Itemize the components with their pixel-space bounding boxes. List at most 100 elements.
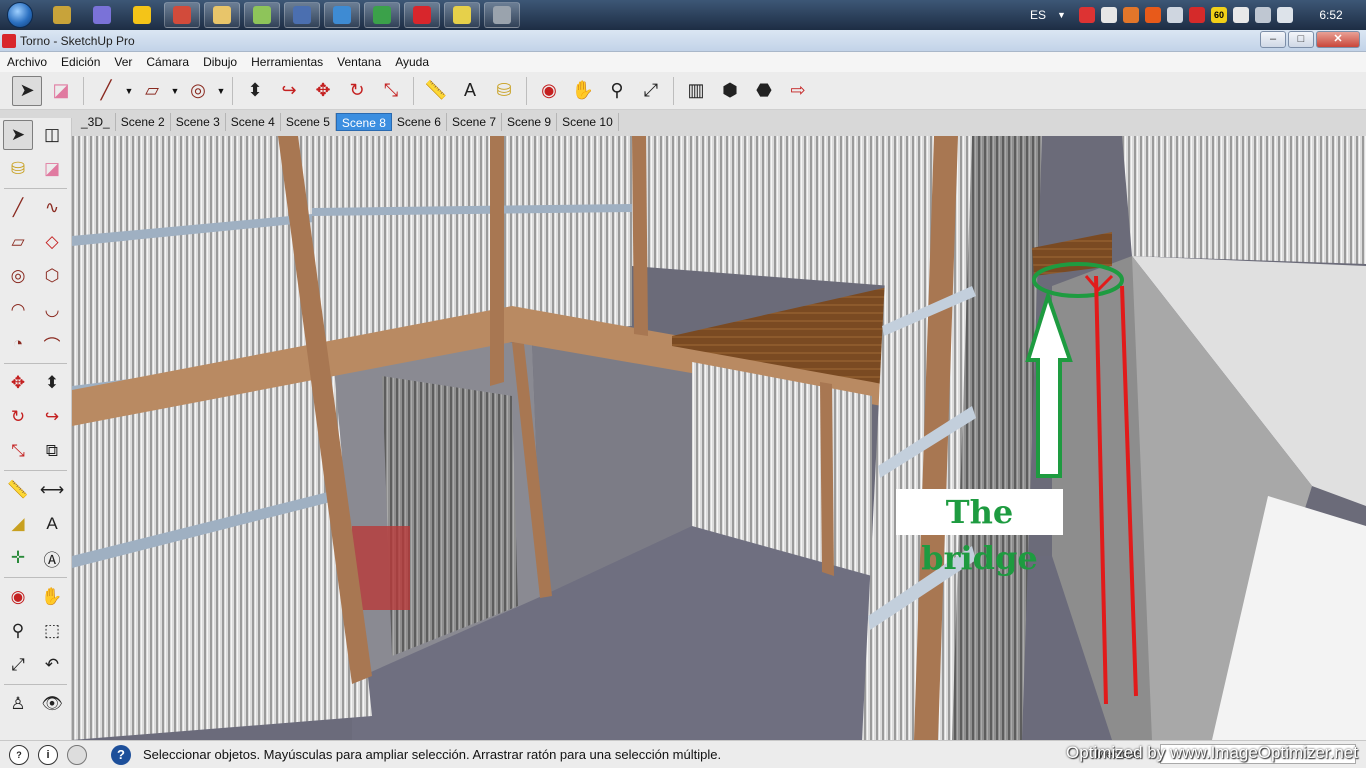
- device-icon[interactable]: [1233, 7, 1249, 23]
- palette-tool[interactable]: ⤢: [3, 650, 33, 680]
- menu-item[interactable]: Ayuda: [388, 55, 436, 69]
- scene-tab[interactable]: Scene 4: [226, 113, 281, 131]
- start-button[interactable]: [0, 0, 40, 30]
- toolbar-button[interactable]: ▥: [681, 76, 711, 106]
- palette-tool[interactable]: ⚲: [3, 616, 33, 646]
- palette-tool[interactable]: 📏: [3, 475, 33, 505]
- palette-tool[interactable]: ∿: [37, 193, 67, 223]
- scene-tab[interactable]: Scene 2: [116, 113, 171, 131]
- taskbar-app[interactable]: [484, 2, 520, 28]
- scene-tab[interactable]: Scene 6: [392, 113, 447, 131]
- toolbar-button[interactable]: ◎: [183, 76, 213, 106]
- menu-item[interactable]: Ver: [107, 55, 139, 69]
- scene-tab[interactable]: Scene 8: [335, 113, 392, 131]
- firefox-icon[interactable]: [1123, 7, 1139, 23]
- onedrive-icon[interactable]: [1167, 7, 1183, 23]
- toolbar-button[interactable]: ▱: [137, 76, 167, 106]
- taskbar-app[interactable]: [324, 2, 360, 28]
- palette-tool[interactable]: ✛: [3, 543, 33, 573]
- toolbar-button[interactable]: ╱: [91, 76, 121, 106]
- taskbar-app[interactable]: [124, 2, 160, 28]
- taskbar-app[interactable]: [284, 2, 320, 28]
- toolbar-button[interactable]: ◉: [534, 76, 564, 106]
- toolbar-button[interactable]: ⬍: [240, 76, 270, 106]
- palette-tool[interactable]: ◇: [37, 227, 67, 257]
- scene-tab[interactable]: Scene 9: [502, 113, 558, 131]
- network-icon[interactable]: [1255, 7, 1271, 23]
- taskbar-app[interactable]: [364, 2, 400, 28]
- palette-tool[interactable]: ◉: [3, 582, 33, 612]
- scene-tab[interactable]: _3D_: [76, 113, 116, 131]
- palette-tool[interactable]: ⬚: [37, 616, 67, 646]
- palette-tool[interactable]: ↪: [37, 402, 67, 432]
- menu-item[interactable]: Cámara: [139, 55, 196, 69]
- toolbar-button[interactable]: ⤢: [636, 76, 666, 106]
- palette-tool[interactable]: ⛁: [3, 154, 33, 184]
- taskbar-app[interactable]: [404, 2, 440, 28]
- palette-tool[interactable]: ♙: [3, 689, 33, 719]
- palette-tool[interactable]: ↻: [3, 402, 33, 432]
- palette-tool[interactable]: ✥: [3, 368, 33, 398]
- palette-tool[interactable]: ◎: [3, 261, 33, 291]
- taskbar-app[interactable]: [84, 2, 120, 28]
- menu-item[interactable]: Herramientas: [244, 55, 330, 69]
- flag-icon[interactable]: [1079, 7, 1095, 23]
- toolbar-button[interactable]: ↪: [274, 76, 304, 106]
- user-icon[interactable]: [67, 744, 87, 765]
- taskbar-app[interactable]: [44, 2, 80, 28]
- taskbar-app[interactable]: [244, 2, 280, 28]
- cloud-icon[interactable]: [1101, 7, 1117, 23]
- credits-icon[interactable]: i: [38, 744, 58, 765]
- palette-tool[interactable]: ⬍: [37, 368, 67, 398]
- taskbar-app[interactable]: [164, 2, 200, 28]
- palette-tool[interactable]: ⧉: [37, 436, 67, 466]
- maximize-button[interactable]: □: [1288, 31, 1314, 48]
- menu-item[interactable]: Archivo: [0, 55, 54, 69]
- clock[interactable]: 6:52: [1296, 8, 1366, 22]
- chevron-down-icon[interactable]: ▼: [1057, 7, 1073, 23]
- palette-tool[interactable]: ⬡: [37, 261, 67, 291]
- volume-icon[interactable]: [1277, 7, 1293, 23]
- geolocation-icon[interactable]: ?: [9, 744, 29, 765]
- palette-tool[interactable]: ✋: [37, 582, 67, 612]
- scene-tab[interactable]: Scene 7: [447, 113, 503, 131]
- chevron-down-icon[interactable]: ▼: [169, 76, 181, 106]
- menu-item[interactable]: Dibujo: [196, 55, 244, 69]
- toolbar-button[interactable]: ⛁: [489, 76, 519, 106]
- palette-tool[interactable]: Ⓐ: [37, 543, 67, 573]
- menu-item[interactable]: Ventana: [330, 55, 388, 69]
- palette-tool[interactable]: ◡: [37, 295, 67, 325]
- palette-tool[interactable]: ▱: [3, 227, 33, 257]
- palette-tool[interactable]: ↶: [37, 650, 67, 680]
- model-viewport[interactable]: The bridge: [72, 136, 1366, 740]
- scene-tab[interactable]: Scene 10: [557, 113, 619, 131]
- palette-tool[interactable]: ◪: [37, 154, 67, 184]
- toolbar-button[interactable]: ✥: [308, 76, 338, 106]
- toolbar-button[interactable]: ⬣: [749, 76, 779, 106]
- toolbar-button[interactable]: 📏: [421, 76, 451, 106]
- toolbar-button[interactable]: ⬢: [715, 76, 745, 106]
- scene-tab[interactable]: Scene 5: [281, 113, 336, 131]
- palette-tool[interactable]: ⟷: [37, 475, 67, 505]
- language-indicator[interactable]: ES: [1030, 8, 1046, 22]
- minimize-button[interactable]: –: [1260, 31, 1286, 48]
- toolbar-button[interactable]: ⚲: [602, 76, 632, 106]
- close-button[interactable]: ✕: [1316, 31, 1360, 48]
- palette-tool[interactable]: ◔: [3, 329, 33, 359]
- toolbar-button[interactable]: ➤: [12, 75, 42, 106]
- antivirus-icon[interactable]: [1145, 7, 1161, 23]
- toolbar-button[interactable]: ⇨: [783, 76, 813, 106]
- chevron-down-icon[interactable]: ▼: [123, 76, 135, 106]
- palette-tool[interactable]: 👁: [37, 689, 67, 719]
- menu-item[interactable]: Edición: [54, 55, 107, 69]
- chevron-down-icon[interactable]: ▼: [215, 76, 227, 106]
- toolbar-button[interactable]: ◪: [46, 76, 76, 106]
- model-scene[interactable]: [72, 136, 1366, 740]
- palette-tool[interactable]: A: [37, 509, 67, 539]
- palette-tool[interactable]: ➤: [3, 120, 33, 150]
- help-icon[interactable]: ?: [111, 744, 131, 765]
- taskbar-app[interactable]: [444, 2, 480, 28]
- palette-tool[interactable]: ⌒: [37, 329, 67, 359]
- palette-tool[interactable]: ◫: [37, 120, 67, 150]
- palette-tool[interactable]: ╱: [3, 193, 33, 223]
